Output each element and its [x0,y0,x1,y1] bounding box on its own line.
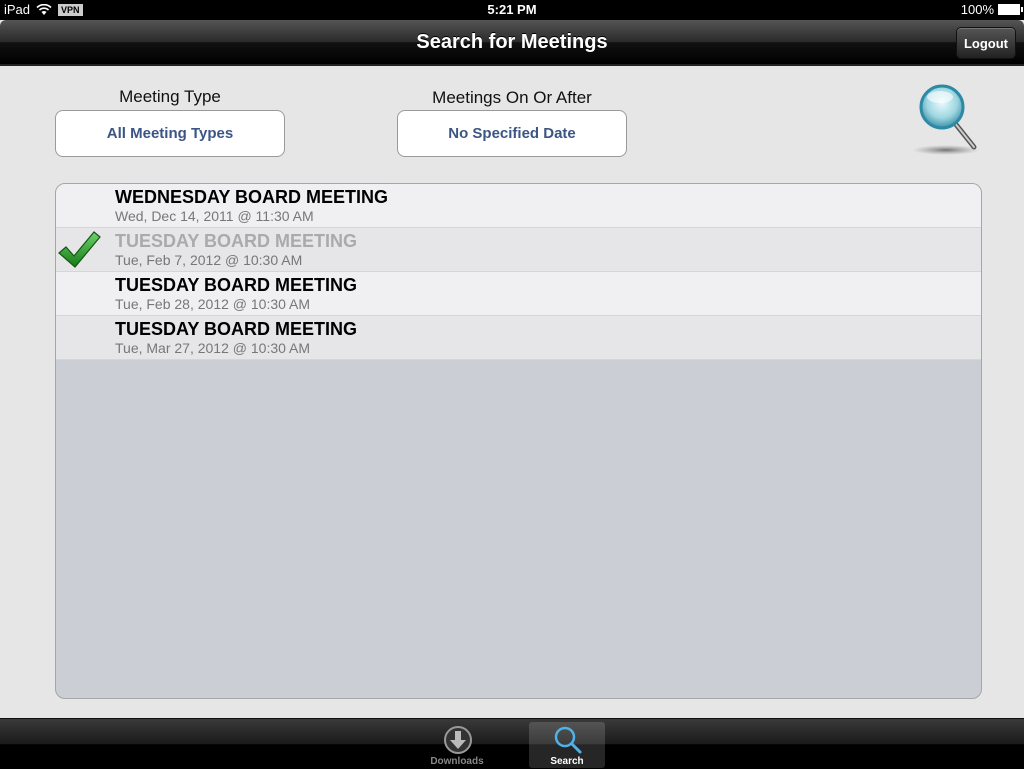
date-filter-label: Meetings On Or After [432,88,592,107]
meeting-type-label: Meeting Type [119,87,221,106]
tab-label: Downloads [430,756,484,767]
meeting-title: TUESDAY BOARD MEETING [115,319,358,339]
download-icon [444,726,472,754]
tab-downloads[interactable]: Downloads [419,722,495,768]
meeting-date: Wed, Dec 14, 2011 @ 11:30 AM [115,208,314,224]
meeting-list: WEDNESDAY BOARD MEETING Wed, Dec 14, 201… [55,183,982,699]
meeting-date: Tue, Feb 28, 2012 @ 10:30 AM [115,296,311,312]
clock: 5:21 PM [487,2,537,17]
meeting-row[interactable]: TUESDAY BOARD MEETING Tue, Mar 27, 2012 … [56,316,981,360]
tab-search[interactable]: Search [529,722,605,768]
meeting-title: WEDNESDAY BOARD MEETING [115,187,389,207]
meeting-row[interactable]: TUESDAY BOARD MEETING Tue, Feb 7, 2012 @… [56,228,981,272]
search-icon [554,726,582,754]
battery-icon [998,4,1023,15]
meeting-type-selector[interactable]: All Meeting Types [55,110,285,157]
search-button-icon[interactable] [912,82,984,158]
meeting-date: Tue, Mar 27, 2012 @ 10:30 AM [115,340,311,356]
meeting-title: TUESDAY BOARD MEETING [115,231,358,251]
tab-label: Search [550,756,584,767]
meeting-date: Tue, Feb 7, 2012 @ 10:30 AM [115,252,303,268]
battery-percent: 100% [960,2,994,17]
date-filter-selector[interactable]: No Specified Date [397,110,627,157]
navigation-bar: Search for Meetings Logout [0,20,1024,66]
checkmark-icon [58,231,101,268]
page-title: Search for Meetings [416,31,608,53]
meeting-row[interactable]: TUESDAY BOARD MEETING Tue, Feb 28, 2012 … [56,272,981,316]
status-bar: iPad VPN 5:21 PM 100% [0,0,1024,20]
meeting-title: TUESDAY BOARD MEETING [115,275,358,295]
logout-button[interactable]: Logout [956,27,1016,59]
meeting-row[interactable]: WEDNESDAY BOARD MEETING Wed, Dec 14, 201… [56,184,981,228]
tab-bar: Downloads Search [0,718,1024,769]
